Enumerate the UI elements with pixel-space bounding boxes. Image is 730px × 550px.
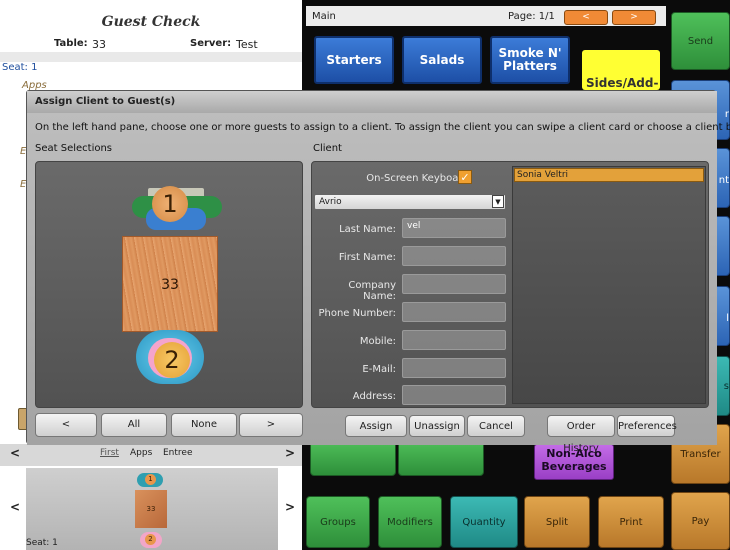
category-salads[interactable]: Salads [402, 36, 482, 84]
seat-all-button[interactable]: All [101, 413, 167, 437]
cancel-button[interactable]: Cancel [467, 415, 525, 437]
search-type-value: Avrio [319, 197, 342, 207]
seat-next-button[interactable]: > [239, 413, 303, 437]
client-result-item[interactable]: Sonia Veltri [514, 168, 704, 182]
split-button[interactable]: Split [524, 496, 590, 548]
seat-selection-pane: 1 33 2 [35, 161, 303, 408]
last-name-field[interactable]: vel [402, 218, 506, 238]
field-label-last-name: Last Name: [339, 224, 396, 235]
seat-2-button[interactable]: 2 [154, 342, 190, 378]
first-name-field[interactable] [402, 246, 506, 266]
pay-button[interactable]: Pay [671, 492, 730, 550]
company-name-field[interactable] [402, 274, 506, 294]
assign-button[interactable]: Assign [345, 415, 407, 437]
category-sides-label: Sides/Add- [586, 76, 659, 90]
mobile-field[interactable] [402, 330, 506, 350]
nav-tab-first[interactable]: First [100, 448, 119, 458]
print-button[interactable]: Print [598, 496, 664, 548]
field-label-company-name: Company Name: [348, 280, 396, 302]
seat-prev-button[interactable]: < [35, 413, 97, 437]
table-33[interactable]: 33 [122, 236, 218, 332]
keyboard-label: On-Screen Keyboard: [366, 173, 472, 184]
mini-prev-icon[interactable]: < [10, 500, 20, 514]
nav-next-icon[interactable]: > [285, 446, 295, 460]
client-section-label: Client [313, 143, 342, 154]
client-pane: On-Screen Keyboard: ✓ Avrio ▼ Last Name:… [311, 161, 709, 408]
table-value: 33 [92, 38, 106, 51]
dialog-body: On the left hand pane, choose one or mor… [27, 113, 730, 454]
server-label: Server: [190, 38, 232, 49]
search-type-select[interactable]: Avrio [314, 194, 506, 210]
field-label-email: E-Mail: [362, 364, 396, 375]
dialog-instructions: On the left hand pane, choose one or mor… [35, 122, 730, 133]
field-label-mobile: Mobile: [359, 336, 396, 347]
seat-selections-label: Seat Selections [35, 143, 113, 154]
assign-client-dialog: Assign Client to Guest(s) On the left ha… [26, 90, 730, 454]
preferences-button[interactable]: Preferences [617, 415, 677, 437]
bottled-beer-button[interactable]: Bottled Beer [310, 437, 396, 476]
page-prev-button[interactable]: < [564, 10, 608, 25]
menu-section-label: Main [312, 11, 336, 22]
nav-prev-icon[interactable]: < [10, 446, 20, 460]
address-field[interactable] [402, 385, 506, 405]
mini-table[interactable]: 33 [135, 490, 167, 528]
seat-1-button[interactable]: 1 [152, 186, 188, 222]
mini-seat-2[interactable]: 2 [145, 534, 156, 545]
quantity-button[interactable]: Quantity [450, 496, 518, 548]
field-label-first-name: First Name: [338, 252, 396, 263]
chevron-down-icon[interactable]: ▼ [492, 195, 504, 208]
phone-number-field[interactable] [402, 302, 506, 322]
guest-check-title: Guest Check [101, 14, 201, 30]
draft-beer-button[interactable]: Draft Beer [398, 437, 484, 476]
bottom-seat-label: Seat: 1 [26, 538, 58, 548]
category-sides[interactable]: Sides/Add- [582, 50, 660, 90]
seat-none-button[interactable]: None [171, 413, 237, 437]
nav-tab-apps[interactable]: Apps [130, 448, 152, 458]
category-smoke-n-platters[interactable]: Smoke N' Platters [490, 36, 570, 84]
dialog-title: Assign Client to Guest(s) [27, 91, 717, 113]
category-starters[interactable]: Starters [314, 36, 394, 84]
server-value: Test [236, 38, 258, 51]
nav-tab-entree[interactable]: Entree [163, 448, 193, 458]
unassign-button[interactable]: Unassign [409, 415, 465, 437]
header-divider [0, 52, 302, 62]
order-history-button[interactable]: Order History [547, 415, 615, 454]
table-label: Table: [54, 38, 88, 49]
keyboard-checkbox[interactable]: ✓ [458, 170, 472, 184]
mini-next-icon[interactable]: > [285, 500, 295, 514]
field-label-address: Address: [352, 391, 396, 402]
send-button[interactable]: Send [671, 12, 730, 70]
mini-seat-1[interactable]: 1 [145, 474, 156, 485]
seat-header[interactable]: Seat: 1 [2, 62, 37, 73]
page-next-button[interactable]: > [612, 10, 656, 25]
groups-button[interactable]: Groups [306, 496, 370, 548]
modifiers-button[interactable]: Modifiers [378, 496, 442, 548]
client-results-list: Sonia Veltri [512, 166, 706, 404]
field-label-phone-number: Phone Number: [318, 308, 396, 319]
page-indicator: Page: 1/1 [508, 11, 555, 22]
email-field[interactable] [402, 358, 506, 378]
menu-top-area: Main Page: 1/1 < > Starters Salads Smoke… [302, 0, 730, 90]
